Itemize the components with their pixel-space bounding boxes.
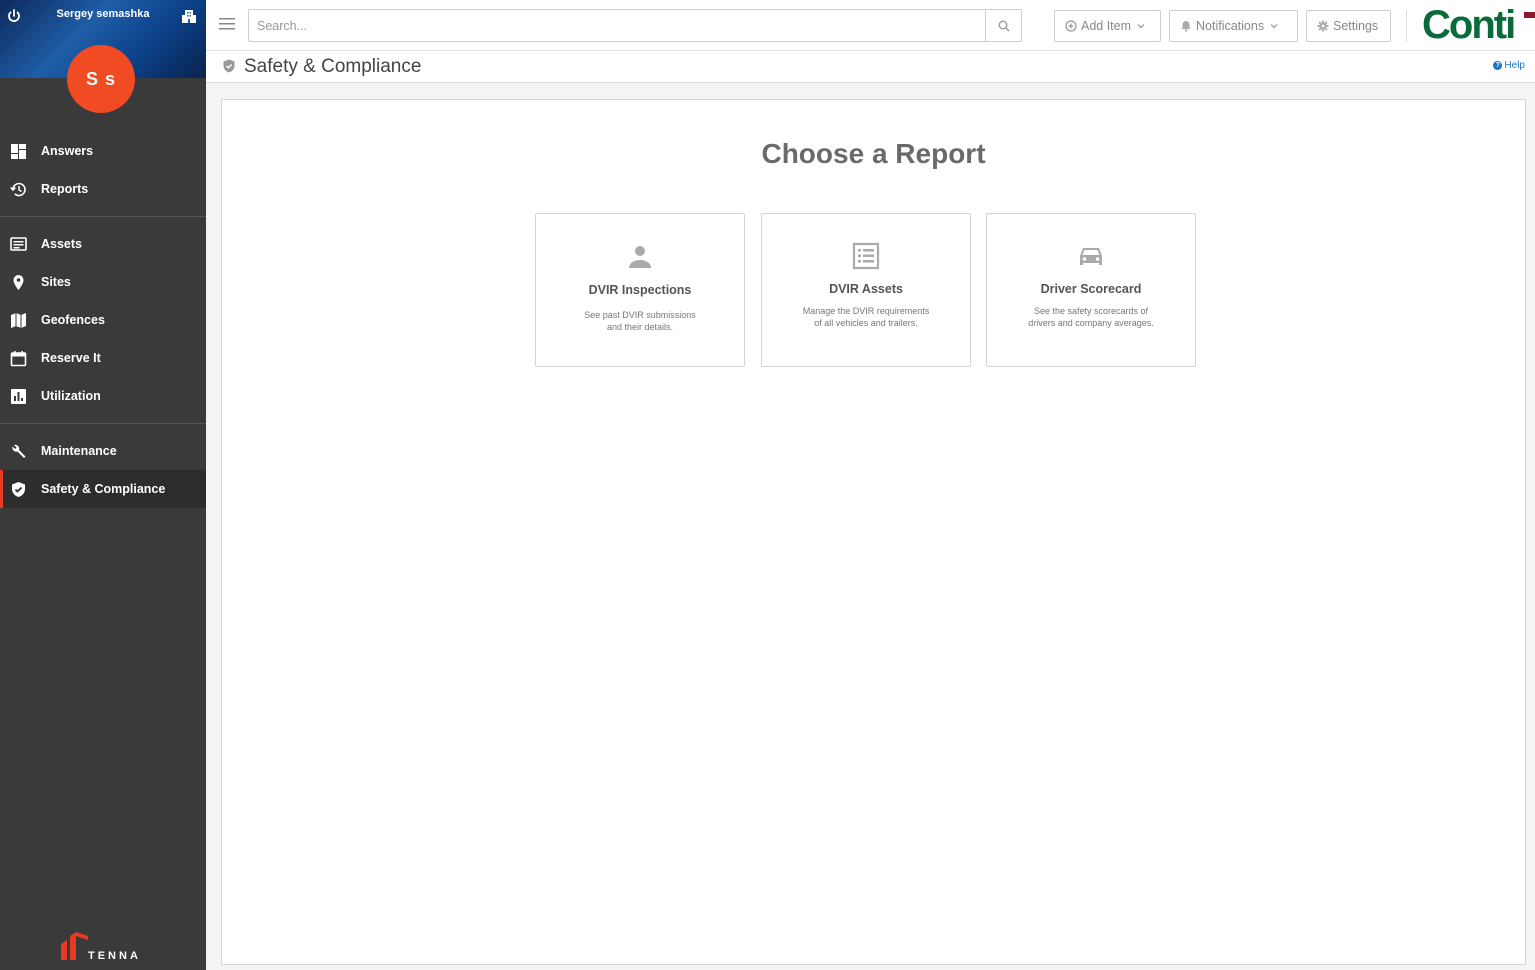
sidebar-item-safety-compliance[interactable]: Safety & Compliance [0, 470, 206, 508]
settings-button[interactable]: Settings [1306, 10, 1391, 42]
brand-logo[interactable]: Conti [1422, 2, 1516, 48]
search-icon [998, 20, 1009, 31]
search-input[interactable] [249, 10, 979, 41]
card-title: DVIR Assets [829, 282, 903, 296]
sidebar-item-reserve-it[interactable]: Reserve It [0, 339, 206, 377]
main-panel: Choose a Report DVIR Inspections See pas… [221, 99, 1526, 965]
user-name: Sergey semashka [56, 8, 150, 20]
chevron-down-icon [1270, 24, 1278, 29]
sidebar-item-geofences[interactable]: Geofences [0, 301, 206, 339]
card-description: See the safety scorecards of drivers and… [1028, 306, 1154, 328]
history-icon [10, 182, 26, 197]
shield-check-icon [223, 59, 235, 73]
bar-chart-icon [11, 389, 26, 404]
brand-flag-mark [1524, 12, 1535, 18]
calendar-icon [10, 351, 27, 367]
sidebar-item-utilization[interactable]: Utilization [0, 377, 206, 415]
sidebar-item-sites[interactable]: Sites [0, 263, 206, 301]
choose-report-heading: Choose a Report [761, 138, 986, 169]
add-item-button[interactable]: Add Item [1054, 10, 1161, 42]
building-icon[interactable] [181, 8, 197, 24]
card-title: DVIR Inspections [588, 283, 692, 297]
card-description: See past DVIR submissions and their deta… [584, 310, 696, 332]
nav-divider [0, 423, 206, 424]
report-card-driver-scorecard[interactable]: Driver Scorecard See the safety scorecar… [986, 213, 1196, 367]
list-icon [852, 242, 880, 270]
notifications-button[interactable]: Notifications [1169, 10, 1298, 42]
page-title: Safety & Compliance [244, 56, 422, 77]
search-button[interactable] [985, 10, 1021, 41]
nav-divider [0, 216, 206, 217]
chevron-down-icon [1137, 24, 1145, 29]
avatar[interactable]: S s [67, 45, 135, 113]
dashboard-icon [11, 144, 26, 159]
sidebar-item-answers[interactable]: Answers [0, 132, 206, 170]
sidebar-item-label: Geofences [41, 313, 105, 327]
car-icon [1080, 248, 1102, 265]
list-box-icon [10, 237, 27, 251]
topbar-divider [1406, 10, 1407, 42]
wrench-icon [12, 444, 26, 458]
plus-circle-icon [1065, 20, 1077, 32]
sidebar-item-label: Safety & Compliance [41, 482, 166, 496]
card-description: Manage the DVIR requirements of all vehi… [802, 306, 930, 328]
location-pin-icon [13, 275, 24, 290]
sidebar-item-label: Utilization [41, 389, 101, 403]
help-icon: ? [1493, 61, 1503, 70]
sidebar-item-label: Maintenance [41, 444, 117, 458]
sidebar-item-label: Sites [41, 275, 71, 289]
add-item-label: Add Item [1081, 19, 1132, 33]
tenna-logo-text: TENNA [88, 950, 141, 962]
help-link[interactable]: ? Help [1493, 60, 1525, 71]
report-card-dvir-assets[interactable]: DVIR Assets Manage the DVIR requirements… [761, 213, 971, 367]
report-card-dvir-inspections[interactable]: DVIR Inspections See past DVIR submissio… [535, 213, 745, 367]
map-icon [11, 313, 26, 328]
sidebar-nav: Answers Reports Assets Sites Geofences R… [0, 132, 206, 508]
shield-check-icon [12, 482, 25, 497]
help-label: Help [1504, 60, 1525, 71]
sidebar: Sergey semashka S s Answers Reports Asse… [0, 0, 206, 970]
sidebar-item-maintenance[interactable]: Maintenance [0, 432, 206, 470]
hamburger-menu-icon[interactable] [219, 17, 235, 31]
topbar: Add Item Notifications Settings Conti [206, 0, 1535, 51]
sidebar-item-label: Answers [41, 144, 94, 158]
sidebar-item-assets[interactable]: Assets [0, 225, 206, 263]
sidebar-item-label: Assets [41, 237, 82, 251]
page-header: Safety & Compliance ? Help [206, 51, 1535, 83]
sidebar-item-label: Reserve It [41, 351, 101, 365]
card-title: Driver Scorecard [1040, 282, 1142, 296]
sidebar-item-label: Reports [41, 182, 89, 196]
person-icon [629, 246, 651, 268]
bell-icon [1181, 21, 1191, 32]
search-box [248, 9, 1022, 42]
sidebar-item-reports[interactable]: Reports [0, 170, 206, 208]
settings-label: Settings [1333, 19, 1379, 33]
gear-icon [1317, 20, 1329, 32]
notifications-label: Notifications [1196, 19, 1265, 33]
